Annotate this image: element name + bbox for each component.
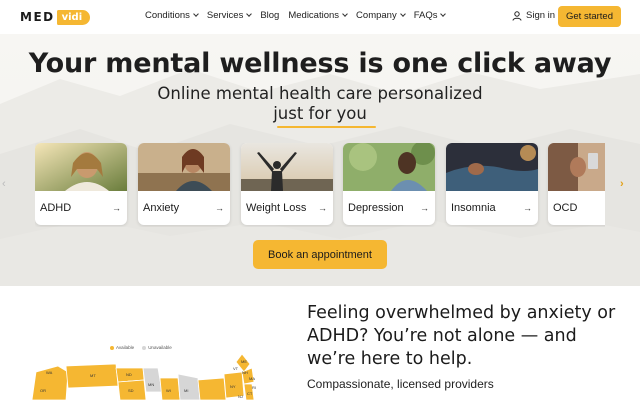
chevron-right-icon[interactable]: › (620, 178, 624, 190)
insomnia-photo (446, 143, 538, 191)
chevron-down-icon (193, 11, 199, 17)
legend-label-available: Available (116, 345, 135, 350)
condition-label: ADHD (40, 202, 72, 214)
legend-swatch-available (110, 345, 114, 350)
legend-swatch-unavailable (142, 345, 147, 350)
state-mi (177, 373, 201, 400)
chevron-down-icon (342, 11, 348, 17)
main-menu: Conditions Services Blog Medications Com… (145, 10, 454, 21)
state-label: RI (252, 385, 256, 390)
state-label: MI (184, 388, 188, 393)
state-label: MT (90, 373, 96, 378)
condition-card-insomnia[interactable]: Insomnia → (446, 143, 538, 225)
hero-subtitle-highlight: just for you (273, 104, 367, 123)
state-label: NH (242, 370, 248, 375)
logo-text-med: MED (20, 10, 55, 24)
state-mn (142, 367, 163, 393)
highlight-underline (277, 126, 376, 128)
user-icon (512, 10, 522, 21)
condition-card-depression[interactable]: Depression → (343, 143, 435, 225)
nav-item-label: Blog (260, 10, 280, 21)
chevron-left-icon[interactable]: ‹ (2, 178, 6, 190)
state-label: CT (247, 391, 253, 396)
chevron-down-icon (246, 11, 253, 17)
arrow-right-icon: → (215, 203, 224, 213)
nav-item-services[interactable]: Services (206, 10, 253, 21)
nav-item-label: Medications (288, 10, 340, 21)
ocd-photo (548, 143, 605, 191)
anxiety-photo (138, 143, 230, 191)
state-label: NJ (238, 394, 243, 399)
chevron-down-icon (440, 11, 447, 17)
state-label: NY (230, 384, 236, 389)
top-nav: MED vidi Conditions Services Blog Medica… (0, 0, 640, 34)
condition-card-adhd[interactable]: ADHD → (35, 143, 127, 225)
condition-label: OCD (553, 202, 578, 214)
condition-label: Anxiety (143, 202, 180, 214)
nav-item-label: Services (206, 10, 244, 21)
map-legend: Available Unavailable (110, 345, 172, 350)
logo[interactable]: MED vidi (20, 9, 91, 25)
nav-item-label: Conditions (145, 10, 190, 21)
state-label: OR (40, 388, 46, 393)
state-label: MN (148, 382, 154, 387)
state-label: ME (241, 359, 247, 364)
section-subline: Compassionate, licensed providers (307, 377, 494, 391)
adhd-photo (35, 143, 127, 191)
state-label: WA (46, 370, 53, 375)
state-oh (197, 377, 227, 400)
state-label: VT (233, 366, 239, 371)
state-label: MA (249, 376, 255, 381)
get-started-button[interactable]: Get started (558, 6, 621, 27)
depression-photo (343, 143, 435, 191)
us-coverage-map: WA MT ND MN OR SD WI NY VT ME NH MA RI C… (31, 353, 256, 400)
hero-title: Your mental wellness is one click away (28, 48, 612, 79)
condition-card-anxiety[interactable]: Anxiety → (138, 143, 230, 225)
weight-loss-photo (241, 143, 333, 191)
arrow-right-icon: → (420, 203, 429, 213)
nav-item-faqs[interactable]: FAQs (413, 10, 447, 21)
hero-subtitle: Online mental health care personalized (157, 84, 483, 103)
condition-label: Weight Loss (246, 202, 307, 214)
section-headline: Feeling overwhelmed by anxiety or ADHD? … (307, 303, 616, 369)
condition-label: Insomnia (451, 202, 496, 214)
nav-item-company[interactable]: Company (356, 10, 406, 21)
chevron-down-icon (399, 11, 406, 17)
nav-item-blog[interactable]: Blog (260, 10, 279, 21)
state-label: WI (166, 388, 171, 393)
logo-text-vidi: vidi (56, 9, 91, 25)
nav-item-medications[interactable]: Medications (288, 10, 348, 21)
sign-in-label: Sign in (526, 10, 556, 21)
arrow-right-icon: → (523, 203, 532, 213)
conditions-carousel: ADHD → Anxiety → Weight Loss → Depressio… (35, 143, 605, 227)
condition-label: Depression (348, 202, 404, 214)
nav-item-label: FAQs (413, 10, 438, 21)
state-label: ND (126, 372, 132, 377)
arrow-right-icon: → (112, 203, 121, 213)
sign-in-link[interactable]: Sign in (512, 10, 555, 21)
condition-card-ocd[interactable]: OCD → (548, 143, 605, 225)
nav-item-label: Company (356, 10, 397, 21)
state-label: SD (128, 388, 134, 393)
legend-label-unavailable: Unavailable (148, 345, 172, 350)
nav-item-conditions[interactable]: Conditions (145, 10, 199, 21)
arrow-right-icon: → (318, 203, 327, 213)
condition-card-weight-loss[interactable]: Weight Loss → (241, 143, 333, 225)
book-appointment-button[interactable]: Book an appointment (253, 240, 387, 269)
